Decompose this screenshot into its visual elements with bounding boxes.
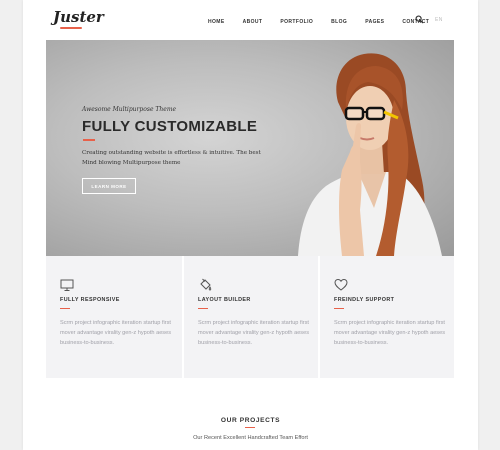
- projects-subtitle: Our Recent Excellent Handcrafted Team Ef…: [193, 435, 308, 441]
- page-container: Juster HOME ABOUT PORTFOLIO BLOG PAGES C…: [23, 0, 478, 450]
- paint-bucket-icon: [200, 278, 212, 291]
- heart-icon: [334, 278, 348, 291]
- language-switcher[interactable]: EN: [435, 17, 443, 23]
- feature-text: Scrm project infographic iteration start…: [60, 320, 172, 346]
- learn-more-button[interactable]: LEARN MORE: [82, 178, 136, 194]
- nav-item-portfolio[interactable]: PORTFOLIO: [280, 19, 313, 25]
- hero-title: FULLY CUSTOMIZABLE: [82, 118, 258, 135]
- nav-item-blog[interactable]: BLOG: [331, 19, 347, 25]
- features-section: FULLY RESPONSIVE Scrm project infographi…: [46, 256, 454, 378]
- hero-description: Creating outstanding website is effortle…: [82, 150, 261, 166]
- projects-accent-line: [245, 427, 255, 428]
- feature-title: LAYOUT BUILDER: [198, 297, 251, 303]
- site-logo[interactable]: Juster: [53, 8, 104, 26]
- hero-accent-line: [83, 139, 95, 141]
- projects-title: OUR PROJECTS: [220, 417, 281, 424]
- feature-accent-line: [60, 308, 70, 309]
- hero-banner: Awesome Multipurpose Theme FULLY CUSTOMI…: [46, 40, 454, 256]
- feature-text: Scrm project infographic iteration start…: [198, 320, 310, 346]
- feature-card: FULLY RESPONSIVE Scrm project infographi…: [46, 256, 182, 378]
- nav-item-home[interactable]: HOME: [208, 19, 225, 25]
- search-icon[interactable]: [415, 15, 424, 24]
- feature-accent-line: [198, 308, 208, 309]
- feature-title: FULLY RESPONSIVE: [60, 297, 120, 303]
- hero-woman-image: [298, 53, 442, 256]
- monitor-icon: [60, 279, 74, 291]
- feature-accent-line: [334, 308, 344, 309]
- logo-accent-line: [60, 27, 82, 29]
- feature-card: FREINDLY SUPPORT Scrm project infographi…: [318, 256, 454, 378]
- site-header: Juster HOME ABOUT PORTFOLIO BLOG PAGES C…: [23, 0, 478, 40]
- main-nav: HOME ABOUT PORTFOLIO BLOG PAGES CONTACT: [208, 17, 447, 27]
- feature-card: LAYOUT BUILDER Scrm project infographic …: [182, 256, 318, 378]
- hero-subtitle: Awesome Multipurpose Theme: [82, 106, 177, 113]
- feature-title: FREINDLY SUPPORT: [334, 297, 395, 303]
- nav-item-pages[interactable]: PAGES: [365, 19, 384, 25]
- feature-text: Scrm project infographic iteration start…: [334, 320, 446, 346]
- nav-item-about[interactable]: ABOUT: [243, 19, 263, 25]
